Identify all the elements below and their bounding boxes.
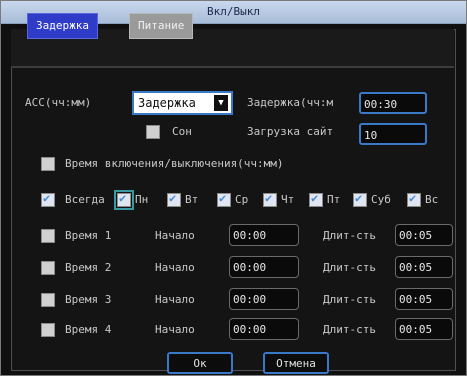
acc-label: ACC(чч:мм) bbox=[25, 96, 92, 109]
time-2-start-label: Начало bbox=[155, 261, 195, 274]
time-1-duration-input[interactable]: 00:05 bbox=[395, 224, 453, 246]
time-3-start-label: Начало bbox=[155, 293, 195, 306]
always-checkbox[interactable] bbox=[41, 191, 55, 207]
tuesday-label: Вт bbox=[185, 193, 199, 206]
time-3-start-input[interactable]: 00:00 bbox=[229, 288, 299, 310]
tab-power[interactable]: Питание bbox=[129, 13, 194, 39]
time-4-start-input[interactable]: 00:00 bbox=[229, 318, 299, 340]
cancel-button[interactable]: Отмена bbox=[263, 352, 329, 374]
time-1-start-input[interactable]: 00:00 bbox=[229, 224, 299, 246]
sleep-checkbox[interactable] bbox=[146, 125, 160, 139]
tuesday-checkbox[interactable] bbox=[167, 191, 181, 207]
time-2-duration-input[interactable]: 00:05 bbox=[395, 256, 453, 278]
thursday-label: Чт bbox=[281, 193, 295, 206]
time-4-label: Время 4 bbox=[65, 323, 112, 336]
thursday-checkbox[interactable] bbox=[263, 191, 277, 207]
sunday-checkbox[interactable] bbox=[407, 191, 421, 207]
acc-mode-value: Задержка bbox=[138, 96, 196, 110]
time-1-checkbox[interactable] bbox=[41, 229, 55, 243]
time-3-label: Время 3 bbox=[65, 293, 112, 306]
time-3-checkbox[interactable] bbox=[41, 293, 55, 307]
window-title: Вкл/Выкл bbox=[207, 5, 260, 18]
always-label: Всегда bbox=[65, 193, 105, 206]
wednesday-label: Ср bbox=[235, 193, 249, 206]
friday-label: Пт bbox=[327, 193, 341, 206]
time-2-label: Время 2 bbox=[65, 261, 112, 274]
monday-checkbox[interactable] bbox=[114, 190, 134, 210]
time-4-start-label: Начало bbox=[155, 323, 195, 336]
schedule-checkbox[interactable] bbox=[41, 157, 55, 171]
saturday-checkbox[interactable] bbox=[353, 191, 367, 207]
time-1-label: Время 1 bbox=[65, 229, 112, 242]
tab-divider bbox=[11, 66, 454, 68]
time-3-duration-input[interactable]: 00:05 bbox=[395, 288, 453, 310]
upload-input[interactable]: 10 bbox=[359, 123, 427, 145]
time-1-duration-label: Длит-сть bbox=[323, 229, 376, 242]
friday-checkbox[interactable] bbox=[309, 191, 323, 207]
time-3-duration-label: Длит-сть bbox=[323, 293, 376, 306]
monday-label: Пн bbox=[135, 193, 149, 206]
time-4-duration-label: Длит-сть bbox=[323, 323, 376, 336]
tab-delay[interactable]: Задержка bbox=[27, 13, 98, 39]
time-1-start-label: Начало bbox=[155, 229, 195, 242]
time-2-duration-label: Длит-сть bbox=[323, 261, 376, 274]
saturday-label: Суб bbox=[371, 193, 391, 206]
time-4-checkbox[interactable] bbox=[41, 323, 55, 337]
chevron-down-icon[interactable]: ▼ bbox=[214, 95, 228, 111]
acc-mode-select[interactable]: Задержка ▼ bbox=[132, 91, 233, 115]
time-4-duration-input[interactable]: 00:05 bbox=[395, 318, 453, 340]
delay-time-input[interactable]: 00:30 bbox=[359, 92, 427, 114]
dialog-window: Вкл/Выкл Задержка Питание ACC(чч:мм) Зад… bbox=[0, 0, 467, 376]
ok-button[interactable]: Ок bbox=[167, 352, 233, 374]
time-2-checkbox[interactable] bbox=[41, 261, 55, 275]
sleep-label: Сон bbox=[172, 125, 192, 138]
time-2-start-input[interactable]: 00:00 bbox=[229, 256, 299, 278]
upload-label: Загрузка сайт bbox=[247, 125, 334, 138]
delay-label: Задержка(чч:м bbox=[247, 96, 334, 109]
schedule-label: Время включения/выключения(чч:мм) bbox=[65, 157, 284, 170]
wednesday-checkbox[interactable] bbox=[217, 191, 231, 207]
sunday-label: Вс bbox=[425, 193, 439, 206]
